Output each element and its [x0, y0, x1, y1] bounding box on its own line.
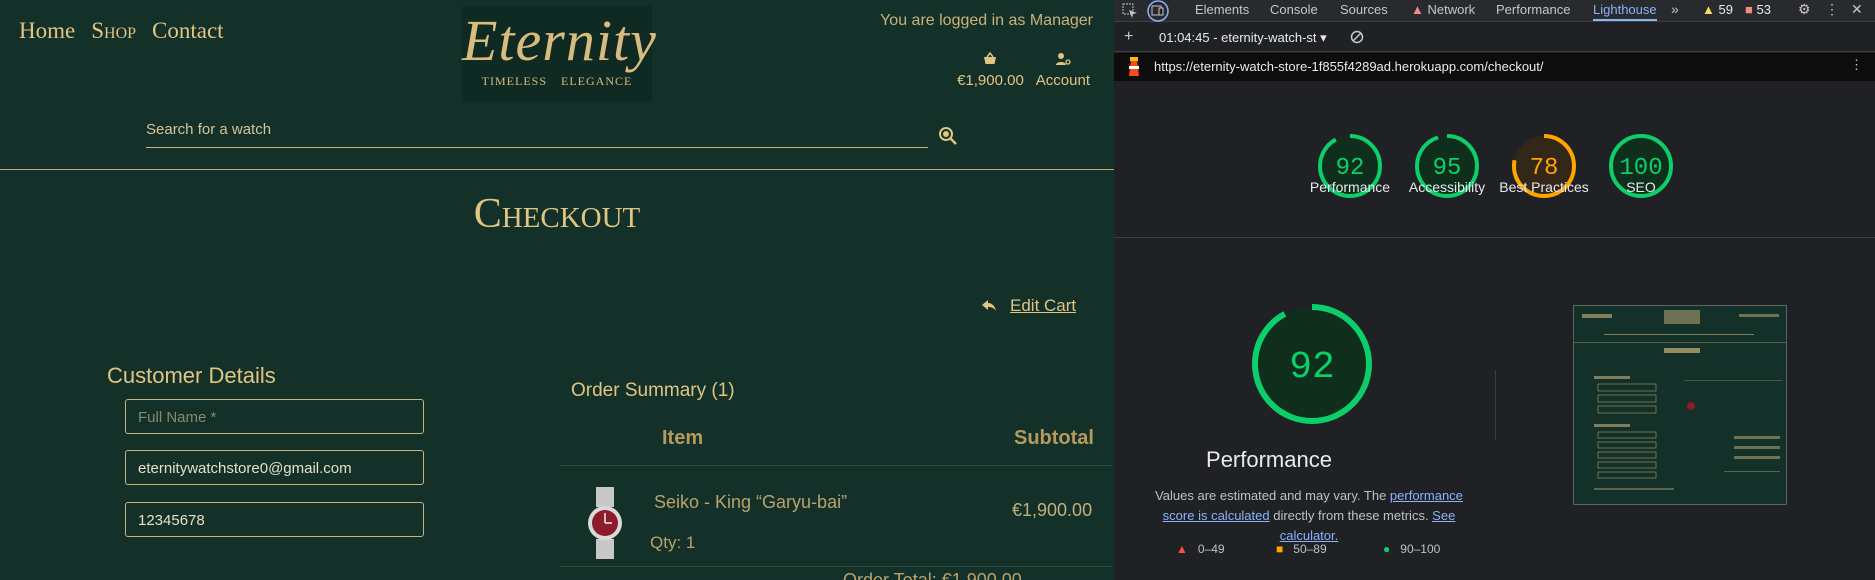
- edit-cart-link[interactable]: Edit Cart: [982, 296, 1076, 316]
- more-tabs-icon[interactable]: »: [1671, 1, 1679, 17]
- nav-home[interactable]: Home: [19, 18, 75, 44]
- average-square-icon: ■: [1276, 542, 1284, 556]
- edit-cart-label: Edit Cart: [1010, 296, 1077, 315]
- pass-circle-icon: ●: [1383, 542, 1391, 556]
- tab-network[interactable]: ▲ Network: [1411, 2, 1475, 17]
- order-summary-title: Order Summary (1): [571, 380, 735, 401]
- tab-elements[interactable]: Elements: [1195, 2, 1249, 17]
- lighthouse-toolbar: + 01:04:45 - eternity-watch-st ▾: [1114, 24, 1875, 52]
- legend-average-label: 50–89: [1293, 542, 1327, 556]
- site-viewport: Home Shop Contact Eternity TIMELESS ELEG…: [0, 0, 1114, 580]
- settings-gear-icon[interactable]: ⚙: [1798, 1, 1811, 18]
- basket-button[interactable]: €1,900.00: [957, 50, 1024, 89]
- vertical-divider: [1495, 370, 1496, 440]
- tab-console[interactable]: Console: [1270, 2, 1318, 17]
- gauge-label-seo: SEO: [1626, 179, 1656, 195]
- error-count[interactable]: ■ 53: [1745, 2, 1771, 17]
- report-select-label: 01:04:45 - eternity-watch-st: [1159, 30, 1317, 45]
- legend-pass-label: 90–100: [1400, 542, 1441, 556]
- devtools-panel: Elements Console Sources ▲ Network Perfo…: [1114, 0, 1875, 580]
- phone-field[interactable]: 12345678: [125, 502, 424, 537]
- header-divider: [0, 169, 1114, 170]
- nav-shop[interactable]: Shop: [91, 18, 136, 44]
- tab-performance[interactable]: Performance: [1496, 2, 1570, 17]
- warning-icon: ▲: [1702, 2, 1715, 17]
- fail-triangle-icon: ▲: [1176, 542, 1188, 556]
- basket-total: €1,900.00: [957, 72, 1024, 89]
- full-name-field[interactable]: Full Name *: [125, 399, 424, 434]
- logo-tag-right: ELEGANCE: [561, 74, 633, 88]
- thumbnail-preview: [1574, 306, 1786, 504]
- product-qty: Qty: 1: [650, 533, 696, 552]
- nav-contact[interactable]: Contact: [152, 18, 224, 44]
- url-bar: https://eternity-watch-store-1f855f4289a…: [1114, 53, 1875, 81]
- logo-tag-left: TIMELESS: [481, 74, 547, 88]
- watch-image: [588, 487, 622, 559]
- reply-arrow-icon: [982, 300, 996, 311]
- gauge-label-accessibility: Accessibility: [1408, 179, 1486, 195]
- site-logo[interactable]: Eternity TIMELESS ELEGANCE: [462, 6, 657, 102]
- gauge-label-best-practices: Best Practices: [1499, 179, 1589, 195]
- network-warning-icon: ▲: [1411, 2, 1424, 17]
- gauge-main-performance: 92: [1252, 304, 1372, 424]
- kebab-menu-icon[interactable]: ⋮: [1825, 1, 1839, 18]
- user-cog-icon: [1055, 53, 1071, 65]
- legend-fail: ▲ 0–49: [1176, 542, 1225, 556]
- error-count-value: 53: [1756, 2, 1771, 17]
- col-subtotal-header: Subtotal: [1014, 427, 1094, 449]
- page-title: Checkout: [473, 191, 641, 237]
- legend-fail-label: 0–49: [1197, 542, 1225, 556]
- customer-details-title: Customer Details: [107, 363, 276, 388]
- main-score-title: Performance: [1206, 447, 1332, 472]
- devtools-tabbar: Elements Console Sources ▲ Network Perfo…: [1114, 0, 1875, 22]
- close-icon[interactable]: ✕: [1851, 1, 1863, 18]
- gauge-label-performance: Performance: [1309, 179, 1391, 195]
- report-select[interactable]: 01:04:45 - eternity-watch-st ▾: [1159, 30, 1327, 46]
- score-note-mid: directly from these metrics.: [1269, 508, 1433, 523]
- header-icons: €1,900.00 Account: [957, 50, 1090, 89]
- lighthouse-logo-icon: [1129, 57, 1139, 76]
- score-note: Values are estimated and may vary. The p…: [1144, 486, 1474, 546]
- error-icon: ■: [1745, 2, 1753, 17]
- login-status: You are logged in as Manager: [880, 12, 1093, 29]
- legend-average: ■ 50–89: [1276, 542, 1327, 556]
- order-total-partial: Order Total: €1,900.00: [843, 570, 1022, 580]
- logo-tagline: TIMELESS ELEGANCE: [462, 74, 652, 89]
- table-divider: [559, 566, 1112, 567]
- clear-icon[interactable]: [1350, 30, 1364, 44]
- audited-url[interactable]: https://eternity-watch-store-1f855f4289a…: [1154, 59, 1544, 74]
- new-report-icon[interactable]: +: [1124, 28, 1133, 46]
- inspect-icon[interactable]: [1122, 3, 1138, 19]
- main-nav: Home Shop Contact: [19, 18, 224, 44]
- product-name[interactable]: Seiko - King “Garyu-bai”: [654, 492, 847, 513]
- score-note-prefix: Values are estimated and may vary. The: [1155, 488, 1390, 503]
- section-divider: [1114, 237, 1875, 238]
- tab-sources[interactable]: Sources: [1340, 2, 1388, 17]
- tab-network-label: Network: [1427, 2, 1476, 17]
- search-input[interactable]: Search for a watch: [146, 118, 928, 148]
- basket-icon: [984, 51, 997, 64]
- account-label: Account: [1035, 72, 1090, 89]
- search-icon[interactable]: [938, 126, 958, 146]
- legend-pass: ● 90–100: [1383, 542, 1440, 556]
- logo-name: Eternity: [462, 8, 657, 73]
- url-menu-icon[interactable]: ⋮: [1850, 57, 1863, 73]
- table-divider: [559, 465, 1112, 466]
- col-item-header: Item: [662, 427, 704, 449]
- warning-count[interactable]: ▲ 59: [1702, 2, 1733, 17]
- account-button[interactable]: Account: [1036, 50, 1090, 89]
- product-price: €1,900.00: [1012, 500, 1093, 520]
- tab-lighthouse[interactable]: Lighthouse: [1593, 2, 1657, 21]
- device-toolbar-icon[interactable]: [1146, 0, 1170, 22]
- main-score: 92: [1289, 346, 1335, 389]
- page-screenshot-thumbnail[interactable]: [1573, 305, 1787, 505]
- email-field[interactable]: eternitywatchstore0@gmail.com: [125, 450, 424, 485]
- warning-count-value: 59: [1718, 2, 1733, 17]
- dropdown-arrow-icon: ▾: [1320, 30, 1327, 45]
